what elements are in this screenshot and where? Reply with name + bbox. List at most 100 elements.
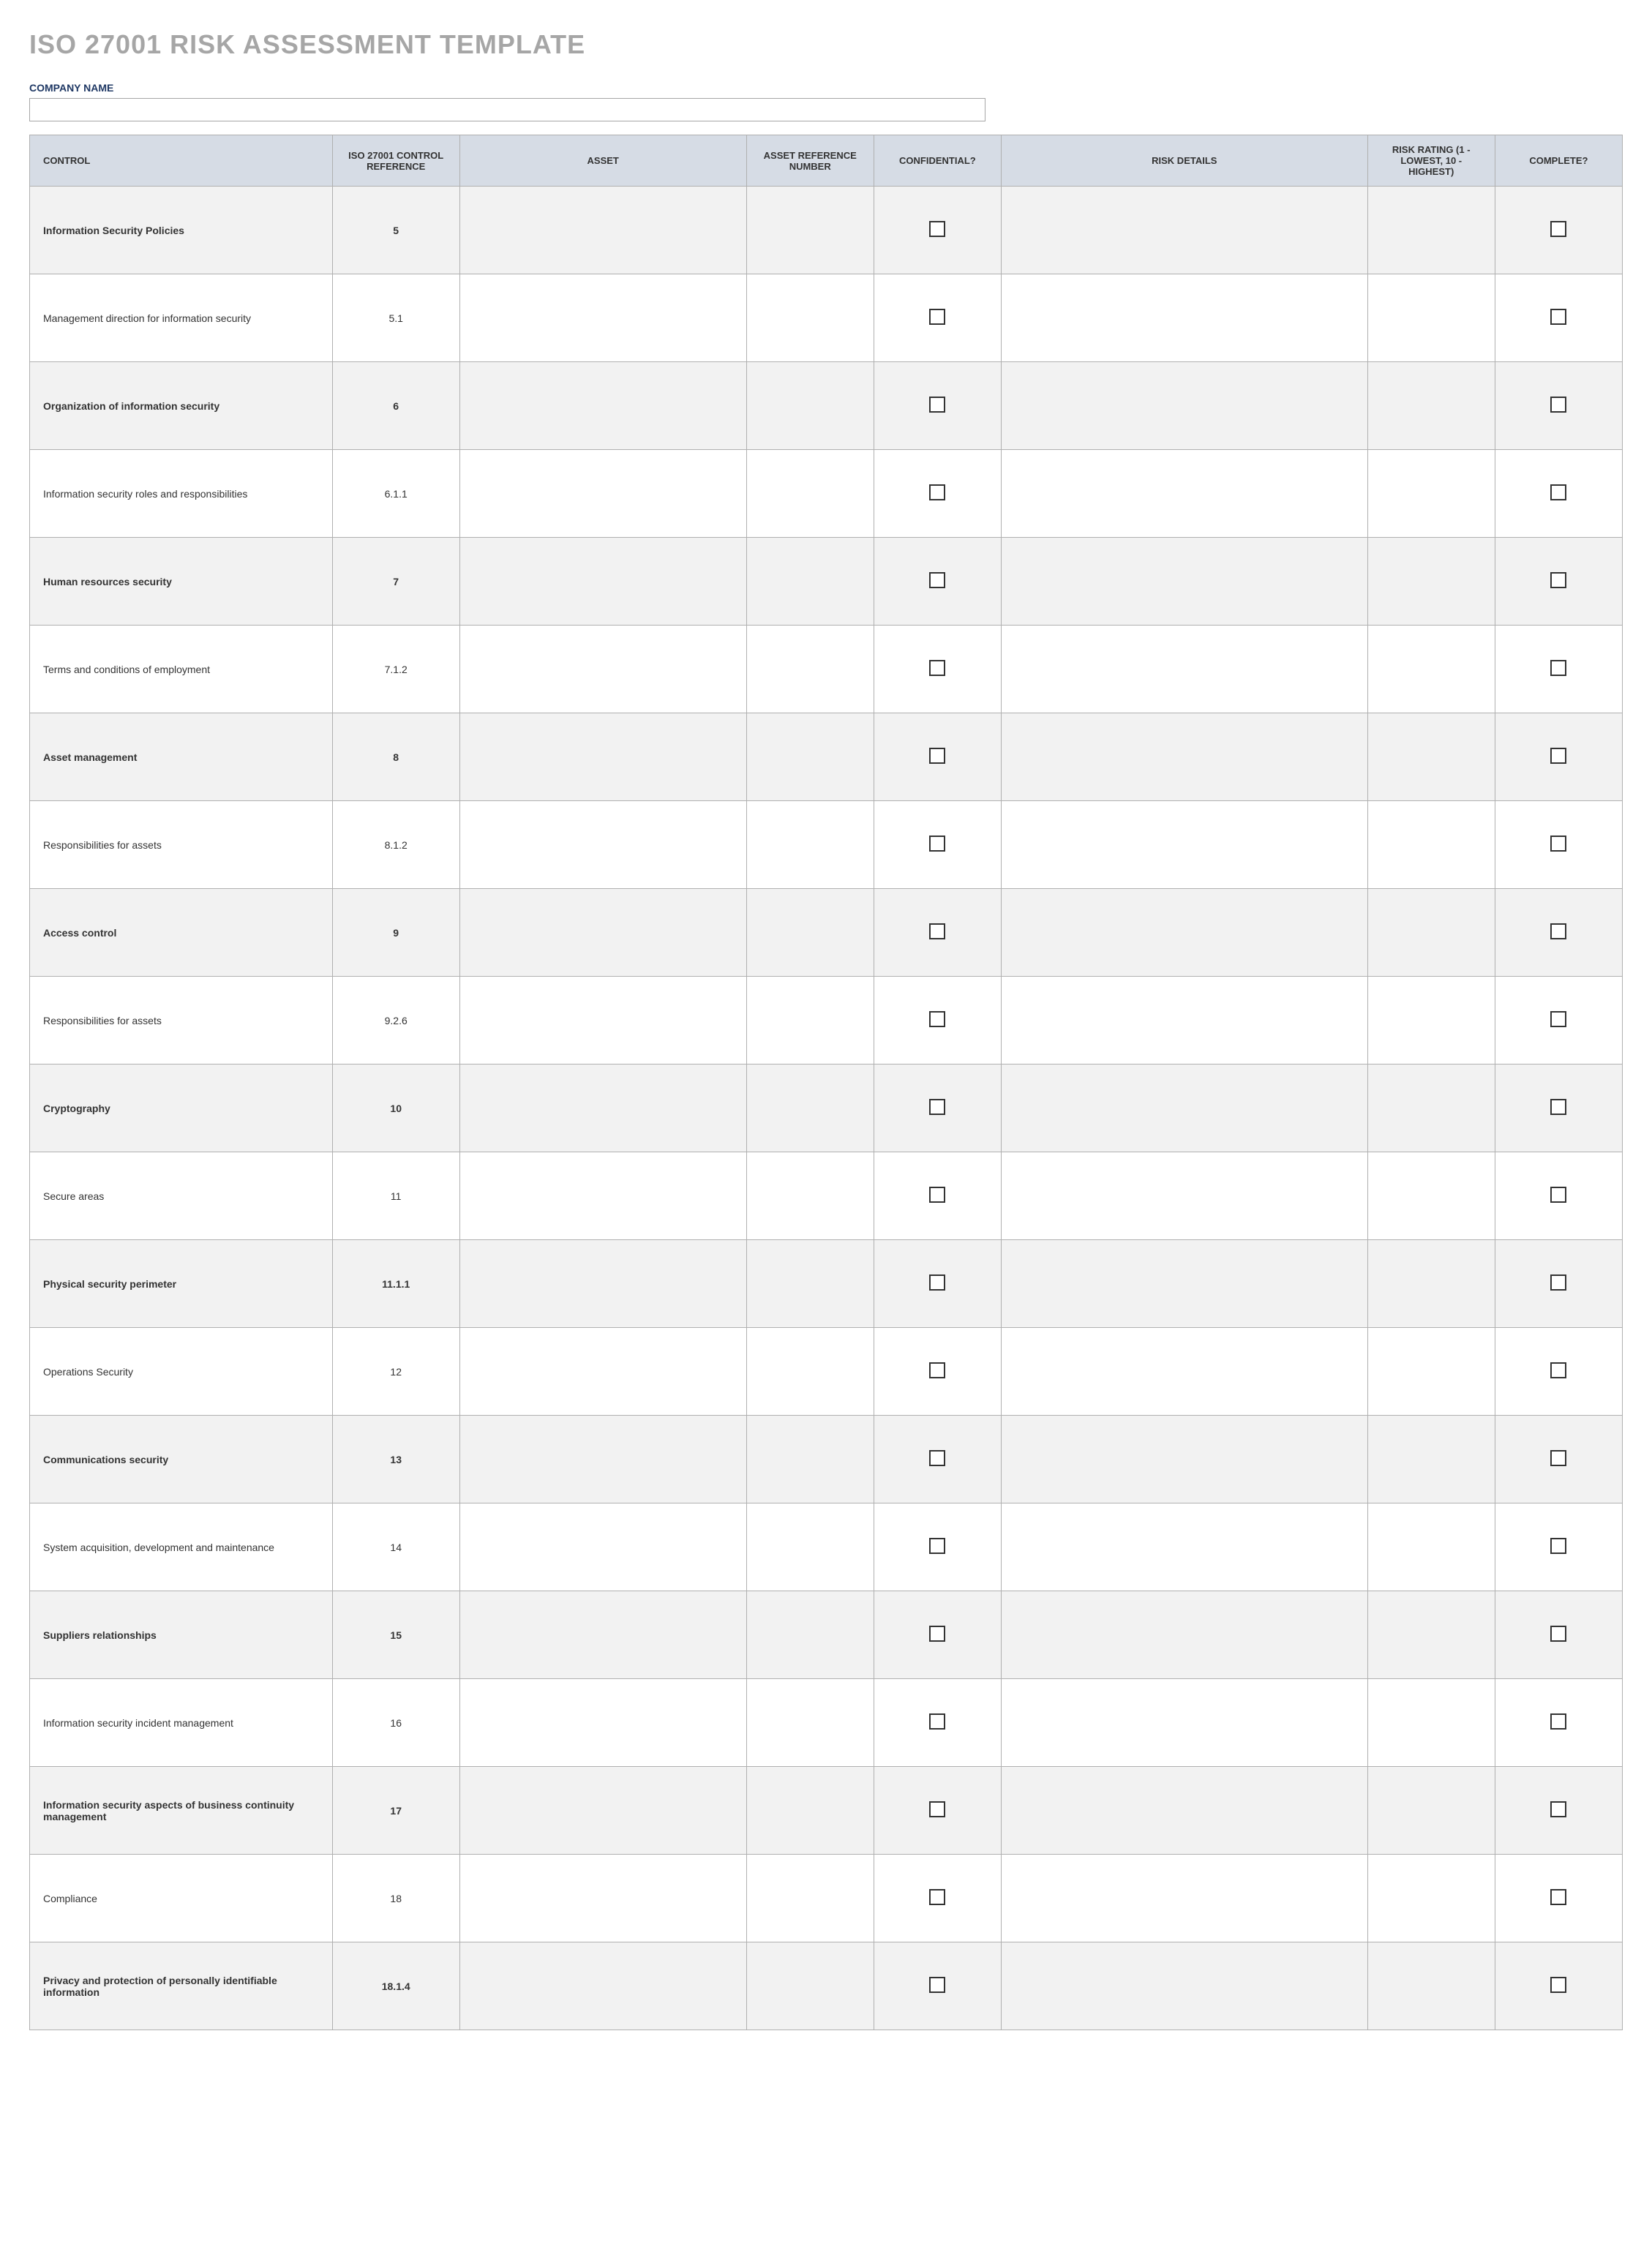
complete-checkbox[interactable] [1550, 572, 1566, 588]
asset-reference-cell[interactable] [746, 1240, 874, 1328]
risk-rating-cell[interactable] [1367, 1679, 1495, 1767]
confidential-checkbox[interactable] [929, 660, 945, 676]
asset-cell[interactable] [459, 977, 746, 1065]
confidential-checkbox[interactable] [929, 1538, 945, 1554]
risk-rating-cell[interactable] [1367, 1942, 1495, 2030]
risk-rating-cell[interactable] [1367, 1503, 1495, 1591]
risk-details-cell[interactable] [1001, 1591, 1367, 1679]
complete-checkbox[interactable] [1550, 1274, 1566, 1291]
confidential-checkbox[interactable] [929, 748, 945, 764]
confidential-checkbox[interactable] [929, 1713, 945, 1730]
asset-cell[interactable] [459, 1767, 746, 1855]
asset-reference-cell[interactable] [746, 713, 874, 801]
asset-reference-cell[interactable] [746, 801, 874, 889]
company-name-input[interactable] [29, 98, 985, 121]
confidential-checkbox[interactable] [929, 484, 945, 500]
asset-cell[interactable] [459, 1503, 746, 1591]
risk-rating-cell[interactable] [1367, 1416, 1495, 1503]
complete-checkbox[interactable] [1550, 836, 1566, 852]
complete-checkbox[interactable] [1550, 1450, 1566, 1466]
complete-checkbox[interactable] [1550, 1538, 1566, 1554]
asset-reference-cell[interactable] [746, 1065, 874, 1152]
risk-details-cell[interactable] [1001, 1065, 1367, 1152]
risk-details-cell[interactable] [1001, 1942, 1367, 2030]
risk-rating-cell[interactable] [1367, 626, 1495, 713]
asset-reference-cell[interactable] [746, 1942, 874, 2030]
risk-details-cell[interactable] [1001, 187, 1367, 274]
risk-details-cell[interactable] [1001, 538, 1367, 626]
asset-cell[interactable] [459, 713, 746, 801]
confidential-checkbox[interactable] [929, 1889, 945, 1905]
asset-cell[interactable] [459, 801, 746, 889]
risk-rating-cell[interactable] [1367, 1591, 1495, 1679]
risk-details-cell[interactable] [1001, 801, 1367, 889]
risk-details-cell[interactable] [1001, 1416, 1367, 1503]
asset-cell[interactable] [459, 187, 746, 274]
asset-cell[interactable] [459, 1679, 746, 1767]
confidential-checkbox[interactable] [929, 572, 945, 588]
risk-details-cell[interactable] [1001, 362, 1367, 450]
risk-details-cell[interactable] [1001, 1328, 1367, 1416]
asset-reference-cell[interactable] [746, 450, 874, 538]
asset-reference-cell[interactable] [746, 889, 874, 977]
complete-checkbox[interactable] [1550, 397, 1566, 413]
risk-rating-cell[interactable] [1367, 801, 1495, 889]
complete-checkbox[interactable] [1550, 221, 1566, 237]
asset-cell[interactable] [459, 1152, 746, 1240]
risk-rating-cell[interactable] [1367, 538, 1495, 626]
asset-cell[interactable] [459, 889, 746, 977]
asset-cell[interactable] [459, 1065, 746, 1152]
risk-details-cell[interactable] [1001, 713, 1367, 801]
complete-checkbox[interactable] [1550, 1977, 1566, 1993]
confidential-checkbox[interactable] [929, 1011, 945, 1027]
complete-checkbox[interactable] [1550, 1626, 1566, 1642]
risk-details-cell[interactable] [1001, 274, 1367, 362]
asset-cell[interactable] [459, 626, 746, 713]
asset-cell[interactable] [459, 362, 746, 450]
risk-rating-cell[interactable] [1367, 1328, 1495, 1416]
asset-reference-cell[interactable] [746, 1679, 874, 1767]
complete-checkbox[interactable] [1550, 1713, 1566, 1730]
asset-cell[interactable] [459, 1855, 746, 1942]
risk-rating-cell[interactable] [1367, 889, 1495, 977]
asset-reference-cell[interactable] [746, 1591, 874, 1679]
risk-rating-cell[interactable] [1367, 1065, 1495, 1152]
asset-reference-cell[interactable] [746, 362, 874, 450]
asset-reference-cell[interactable] [746, 1416, 874, 1503]
risk-details-cell[interactable] [1001, 1152, 1367, 1240]
risk-rating-cell[interactable] [1367, 187, 1495, 274]
risk-details-cell[interactable] [1001, 977, 1367, 1065]
asset-cell[interactable] [459, 450, 746, 538]
complete-checkbox[interactable] [1550, 748, 1566, 764]
asset-cell[interactable] [459, 1328, 746, 1416]
complete-checkbox[interactable] [1550, 1099, 1566, 1115]
risk-rating-cell[interactable] [1367, 362, 1495, 450]
asset-cell[interactable] [459, 1942, 746, 2030]
complete-checkbox[interactable] [1550, 1889, 1566, 1905]
complete-checkbox[interactable] [1550, 660, 1566, 676]
confidential-checkbox[interactable] [929, 923, 945, 939]
complete-checkbox[interactable] [1550, 1011, 1566, 1027]
risk-rating-cell[interactable] [1367, 1152, 1495, 1240]
risk-rating-cell[interactable] [1367, 713, 1495, 801]
risk-details-cell[interactable] [1001, 1767, 1367, 1855]
confidential-checkbox[interactable] [929, 1362, 945, 1378]
complete-checkbox[interactable] [1550, 1801, 1566, 1817]
confidential-checkbox[interactable] [929, 836, 945, 852]
asset-reference-cell[interactable] [746, 274, 874, 362]
risk-details-cell[interactable] [1001, 889, 1367, 977]
asset-cell[interactable] [459, 538, 746, 626]
asset-cell[interactable] [459, 1591, 746, 1679]
confidential-checkbox[interactable] [929, 1274, 945, 1291]
risk-rating-cell[interactable] [1367, 450, 1495, 538]
risk-details-cell[interactable] [1001, 1855, 1367, 1942]
confidential-checkbox[interactable] [929, 221, 945, 237]
asset-cell[interactable] [459, 1240, 746, 1328]
complete-checkbox[interactable] [1550, 1187, 1566, 1203]
confidential-checkbox[interactable] [929, 1626, 945, 1642]
confidential-checkbox[interactable] [929, 397, 945, 413]
risk-rating-cell[interactable] [1367, 1855, 1495, 1942]
asset-reference-cell[interactable] [746, 1767, 874, 1855]
confidential-checkbox[interactable] [929, 309, 945, 325]
asset-reference-cell[interactable] [746, 1328, 874, 1416]
